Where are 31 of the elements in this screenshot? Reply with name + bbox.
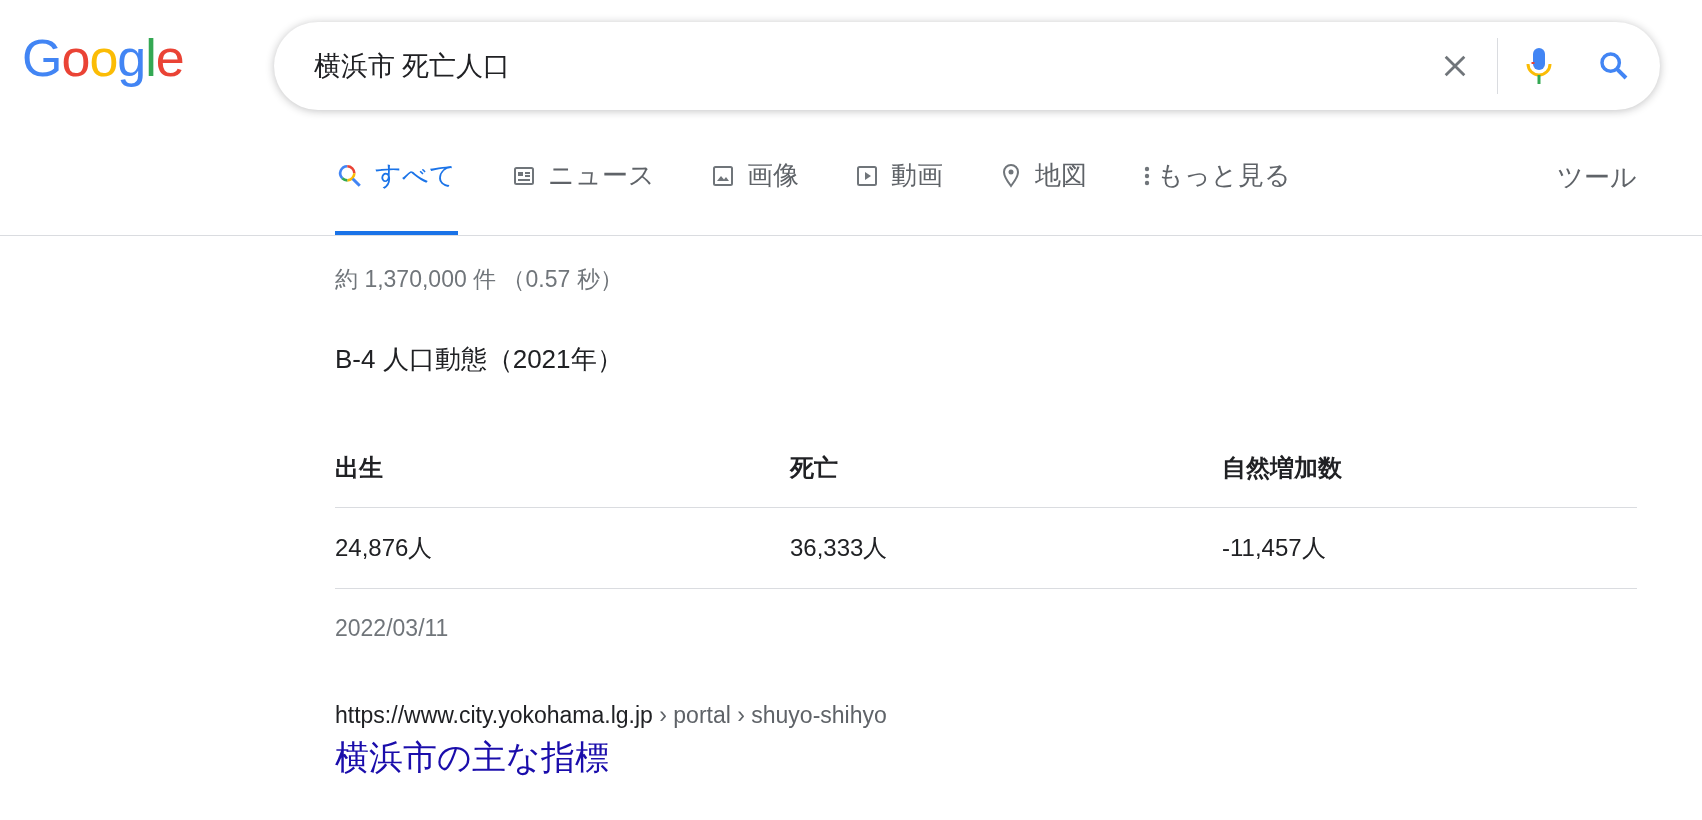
image-icon xyxy=(711,163,735,188)
tab-label: すべて xyxy=(375,159,456,192)
column-header: 死亡 xyxy=(790,429,1222,508)
tab-label: 地図 xyxy=(1035,159,1087,192)
table-cell: 36,333人 xyxy=(790,507,1222,589)
search-icon xyxy=(337,162,363,189)
tab-label: 画像 xyxy=(747,159,799,192)
result-url: https://www.city.yokohama.lg.jp › portal › shuyo-shihyo xyxy=(335,702,888,729)
tab[interactable]: ニュース xyxy=(510,116,657,235)
snippet-title: B-4 人口動態（2021年） xyxy=(335,343,624,376)
tab[interactable]: 画像 xyxy=(709,116,801,235)
tab-label: 動画 xyxy=(891,159,943,192)
snippet-date: 2022/03/11 xyxy=(335,615,450,642)
search-query: 横浜市 死亡人口 xyxy=(313,50,512,83)
play-icon xyxy=(855,163,879,188)
column-header: 出生 xyxy=(335,429,790,508)
result-title-link[interactable]: 横浜市の主な指標 xyxy=(335,735,609,781)
search-field[interactable]: 横浜市 死亡人口 xyxy=(273,22,1660,110)
microphone-icon[interactable] xyxy=(1525,46,1552,86)
result-stats: 約 1,370,000 件 （0.57 秒） xyxy=(335,265,624,294)
tab[interactable]: もっと見る xyxy=(1141,116,1293,235)
tab[interactable]: 地図 xyxy=(997,116,1089,235)
column-header: 自然増加数 xyxy=(1222,429,1637,508)
tab-label: ニュース xyxy=(548,159,655,192)
table-cell: 24,876人 xyxy=(335,507,790,589)
search-icon[interactable] xyxy=(1597,50,1630,82)
tools-link[interactable]: ツール xyxy=(1557,116,1637,235)
tab[interactable]: すべて xyxy=(335,116,458,235)
table-cell: -11,457人 xyxy=(1222,507,1637,589)
tab-label: もっと見る xyxy=(1157,159,1291,192)
tab[interactable]: 動画 xyxy=(853,116,945,235)
